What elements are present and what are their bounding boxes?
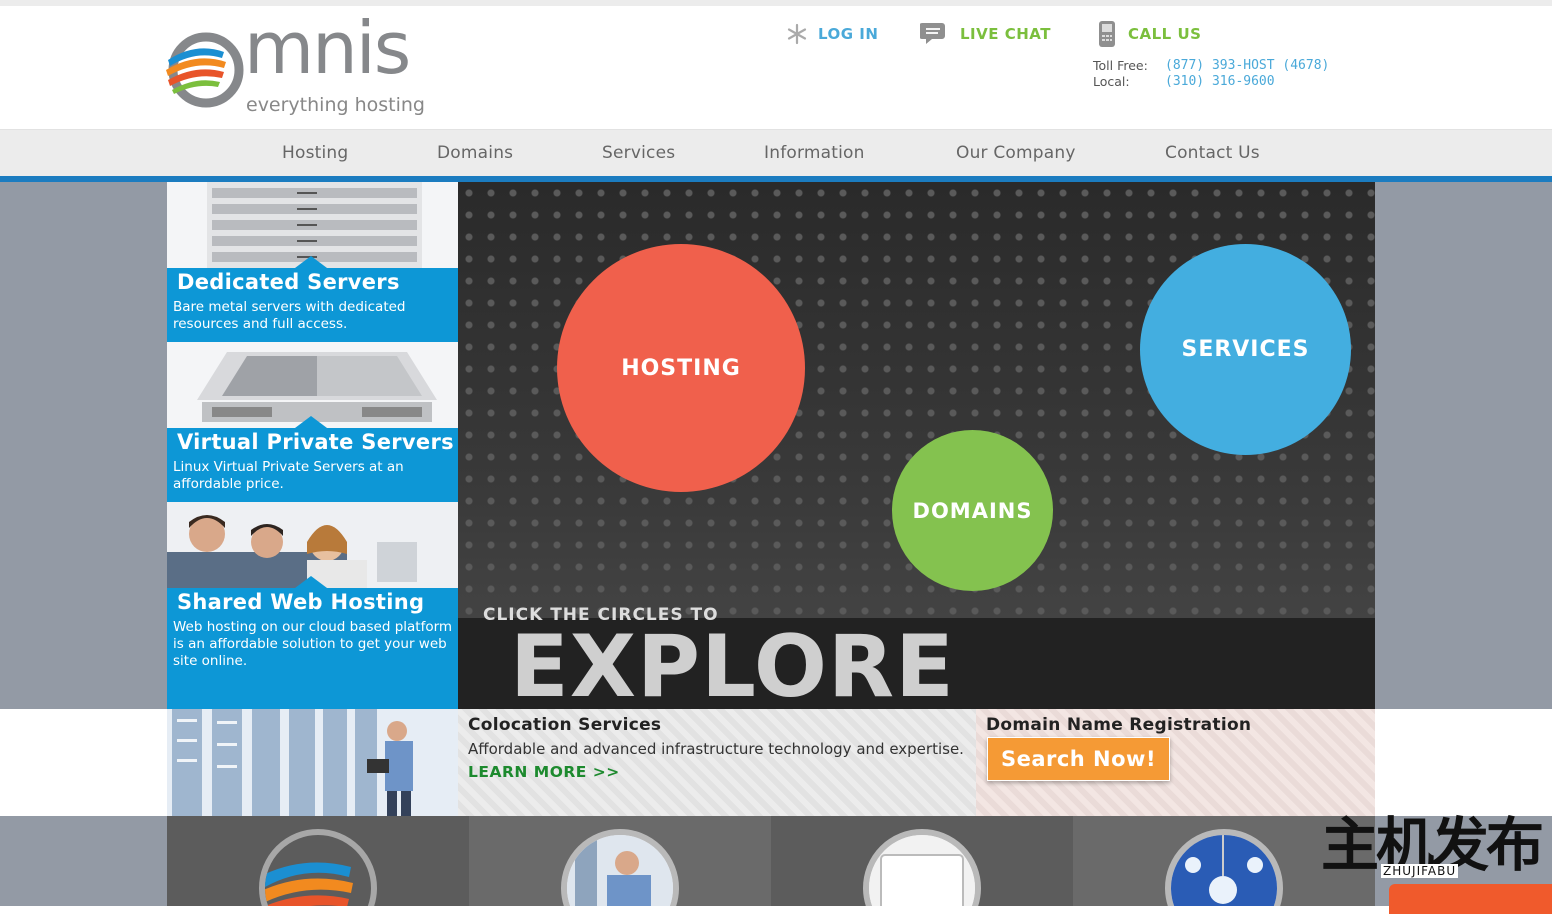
hosting-circle-label: HOSTING <box>621 355 741 381</box>
login-label: LOG IN <box>818 25 879 43</box>
feature-tile-logo[interactable] <box>167 816 469 906</box>
product-sidebar: Dedicated Servers Bare metal servers wit… <box>167 182 458 709</box>
card-dedicated-servers[interactable]: Dedicated Servers Bare metal servers wit… <box>167 182 458 342</box>
promo-strip: Colocation Services Affordable and advan… <box>167 709 1375 816</box>
nav-item-information[interactable]: Information <box>764 143 865 163</box>
logo-wordmark: mnis <box>244 6 411 90</box>
explore-hero: HOSTING DOMAINS SERVICES CLICK THE CIRCL… <box>458 182 1375 709</box>
domains-circle-button[interactable]: DOMAINS <box>892 430 1053 591</box>
learn-more-link[interactable]: LEARN MORE >> <box>468 763 620 781</box>
asterisk-icon <box>787 23 807 45</box>
logo-swoosh-icon <box>265 862 353 906</box>
call-us-link[interactable]: CALL US <box>1096 21 1202 47</box>
card-virtual-private-servers[interactable]: Virtual Private Servers Linux Virtual Pr… <box>167 342 458 502</box>
watermark-bar <box>1389 884 1552 914</box>
card-title: Shared Web Hosting <box>177 590 425 614</box>
live-chat-link[interactable]: LIVE CHAT <box>920 22 1051 46</box>
call-us-label: CALL US <box>1128 25 1202 43</box>
watermark-latin-text: ZHUJIFABU <box>1381 864 1459 878</box>
nav-item-hosting[interactable]: Hosting <box>282 143 348 163</box>
login-link[interactable]: LOG IN <box>786 22 878 46</box>
card-notch <box>295 416 327 428</box>
nav-item-our-company[interactable]: Our Company <box>956 143 1076 163</box>
top-border <box>0 0 1552 6</box>
services-circle-button[interactable]: SERVICES <box>1140 244 1351 455</box>
feature-ring <box>863 829 981 906</box>
datacenter-image <box>167 709 458 816</box>
card-notch <box>295 576 327 588</box>
domains-circle-label: DOMAINS <box>912 498 1033 523</box>
phone-numbers: Toll Free: (877) 393-HOST (4678) Local: … <box>1093 58 1329 90</box>
local-number[interactable]: (310) 316-9600 <box>1165 74 1275 90</box>
toll-free-number[interactable]: (877) 393-HOST (4678) <box>1165 58 1329 74</box>
hosting-circle-button[interactable]: HOSTING <box>557 244 805 492</box>
nav-item-contact-us[interactable]: Contact Us <box>1165 143 1260 163</box>
colocation-promo: Colocation Services Affordable and advan… <box>458 709 976 816</box>
nav-item-domains[interactable]: Domains <box>437 143 513 163</box>
site-watermark: 主机发布 ZHUJIFABU <box>1321 816 1552 914</box>
card-body: Virtual Private Servers Linux Virtual Pr… <box>167 416 458 502</box>
card-description: Web hosting on our cloud based platform … <box>173 619 453 669</box>
card-shared-web-hosting[interactable]: Shared Web Hosting Web hosting on our cl… <box>167 502 458 709</box>
main-nav: Hosting Domains Services Information Our… <box>0 129 1552 182</box>
cloud-network-image <box>1171 835 1277 906</box>
domain-registration-title: Domain Name Registration <box>986 715 1252 735</box>
card-description: Linux Virtual Private Servers at an affo… <box>173 459 404 492</box>
live-chat-label: LIVE CHAT <box>960 25 1051 43</box>
services-circle-label: SERVICES <box>1181 337 1310 362</box>
technician-image <box>567 835 673 906</box>
feature-ring <box>561 829 679 906</box>
logo-tagline: everything hosting <box>246 94 425 116</box>
card-description: Bare metal servers with dedicated resour… <box>173 299 406 332</box>
card-title: Virtual Private Servers <box>177 430 454 454</box>
feature-tile-monitor[interactable] <box>771 816 1073 906</box>
card-title: Dedicated Servers <box>177 270 400 294</box>
search-now-button[interactable]: Search Now! <box>987 737 1170 781</box>
omnis-logo[interactable]: mnis everything hosting <box>166 12 446 122</box>
card-body: Dedicated Servers Bare metal servers wit… <box>167 256 458 342</box>
nav-item-services[interactable]: Services <box>602 143 675 163</box>
card-body: Shared Web Hosting Web hosting on our cl… <box>167 576 458 709</box>
monitor-image <box>869 835 975 906</box>
phone-icon <box>1099 21 1115 47</box>
feature-ring <box>1165 829 1283 906</box>
logo-swoosh-icon <box>166 32 244 108</box>
colocation-title: Colocation Services <box>468 715 662 735</box>
local-label: Local: <box>1093 74 1130 89</box>
domain-registration-promo: Domain Name Registration Search Now! <box>976 709 1375 816</box>
feature-tile-support[interactable] <box>469 816 771 906</box>
card-notch <box>295 256 327 268</box>
chat-bubble-icon <box>920 23 945 44</box>
colocation-description: Affordable and advanced infrastructure t… <box>468 740 964 758</box>
feature-ring <box>259 829 377 906</box>
explore-heading: EXPLORE <box>510 617 955 709</box>
toll-free-label: Toll Free: <box>1093 58 1148 73</box>
